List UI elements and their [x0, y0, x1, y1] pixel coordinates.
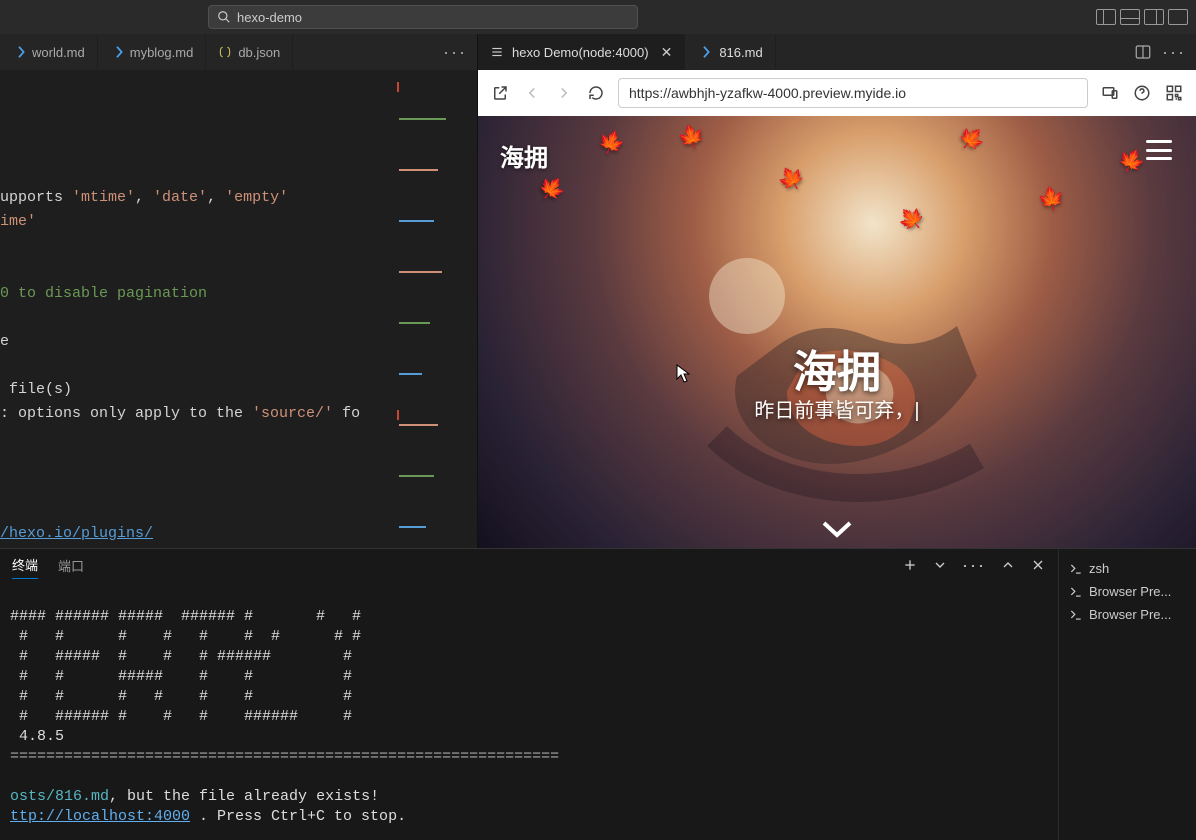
- editor-group: world.md myblog.md db.json ···: [0, 34, 478, 548]
- terminal-item-zsh[interactable]: zsh: [1059, 557, 1196, 580]
- tab-hexo-demo[interactable]: hexo Demo(node:4000) ✕: [478, 34, 685, 70]
- tab-myblog-md[interactable]: myblog.md: [98, 34, 207, 70]
- terminal-item-label: zsh: [1089, 561, 1109, 576]
- scroll-down-icon[interactable]: [820, 519, 854, 542]
- markdown-icon: [110, 45, 124, 59]
- editor-tabs: world.md myblog.md db.json ···: [0, 34, 477, 70]
- terminal-list: zsh Browser Pre... Browser Pre...: [1058, 549, 1196, 840]
- command-search[interactable]: hexo-demo: [208, 5, 638, 29]
- help-icon[interactable]: [1132, 83, 1152, 103]
- close-icon[interactable]: ✕: [661, 44, 673, 61]
- markdown-icon: [12, 45, 26, 59]
- tab-label: 816.md: [719, 45, 762, 60]
- search-icon: [217, 10, 231, 24]
- panel-actions: ···: [902, 555, 1046, 576]
- open-external-icon[interactable]: [490, 83, 510, 103]
- tab-label: db.json: [238, 45, 280, 60]
- main-area: world.md myblog.md db.json ···: [0, 34, 1196, 548]
- terminal-item-browser-1[interactable]: Browser Pre...: [1059, 580, 1196, 603]
- terminal-item-label: Browser Pre...: [1089, 607, 1171, 622]
- json-icon: [218, 45, 232, 59]
- cursor-pointer-icon: [676, 364, 690, 387]
- tab-label: world.md: [32, 45, 85, 60]
- browser-toolbar: [478, 70, 1196, 116]
- url-input[interactable]: [618, 78, 1088, 108]
- terminal-icon: [1069, 608, 1083, 622]
- panel-tab-ports[interactable]: 端口: [58, 552, 84, 579]
- tab-816-md[interactable]: 816.md: [685, 34, 775, 70]
- chevron-up-icon[interactable]: [1000, 557, 1016, 573]
- devices-icon[interactable]: [1100, 83, 1120, 103]
- site-logo-text[interactable]: 海拥: [500, 138, 548, 173]
- toggle-sidebar-icon[interactable]: [1096, 9, 1116, 25]
- terminal-item-browser-2[interactable]: Browser Pre...: [1059, 603, 1196, 626]
- close-icon[interactable]: [1030, 557, 1046, 573]
- markdown-icon: [697, 45, 711, 59]
- tab-world-md[interactable]: world.md: [0, 34, 98, 70]
- preview-icon: [490, 45, 504, 59]
- editor-tab-overflow[interactable]: ···: [433, 34, 477, 70]
- terminal-output[interactable]: #### ###### ##### ###### # # # # # # # #…: [0, 581, 1058, 840]
- layout-controls: [1096, 9, 1188, 25]
- hamburger-menu-icon[interactable]: [1146, 140, 1172, 160]
- terminal-icon: [1069, 585, 1083, 599]
- more-icon[interactable]: ···: [1162, 42, 1186, 63]
- nav-forward-icon[interactable]: [554, 83, 574, 103]
- bottom-panel: 终端 端口 ··· #### ###### ##### ###### # # #…: [0, 548, 1196, 840]
- split-editor-icon[interactable]: [1134, 43, 1152, 61]
- code-editor[interactable]: upports 'mtime', 'date', 'empty' ime' 0 …: [0, 70, 477, 548]
- browser-group: hexo Demo(node:4000) ✕ 816.md ···: [478, 34, 1196, 548]
- titlebar: hexo-demo: [0, 0, 1196, 34]
- tab-label: myblog.md: [130, 45, 194, 60]
- new-terminal-icon[interactable]: [902, 557, 918, 573]
- leaves-decor: 🍁 🍁 🍁 🍁 🍁 🍁 🍁 🍁: [478, 116, 1196, 548]
- hero-subtitle: 昨日前事皆可弃，|: [478, 394, 1196, 423]
- toggle-panel-icon[interactable]: [1120, 9, 1140, 25]
- browser-tabs: hexo Demo(node:4000) ✕ 816.md ···: [478, 34, 1196, 70]
- nav-back-icon[interactable]: [522, 83, 542, 103]
- reload-icon[interactable]: [586, 83, 606, 103]
- layout-icon[interactable]: [1168, 9, 1188, 25]
- chevron-down-icon[interactable]: [932, 557, 948, 573]
- page-preview[interactable]: 🍁 🍁 🍁 🍁 🍁 🍁 🍁 🍁 海拥 海拥 昨日前事皆可弃，|: [478, 116, 1196, 548]
- qr-icon[interactable]: [1164, 83, 1184, 103]
- terminal-icon: [1069, 562, 1083, 576]
- panel-main: 终端 端口 ··· #### ###### ##### ###### # # #…: [0, 549, 1058, 840]
- more-icon[interactable]: ···: [962, 555, 986, 576]
- browser-tab-actions: ···: [1124, 34, 1196, 70]
- terminal-item-label: Browser Pre...: [1089, 584, 1171, 599]
- search-placeholder: hexo-demo: [237, 10, 302, 25]
- tab-label: hexo Demo(node:4000): [512, 45, 649, 60]
- toggle-secondary-sidebar-icon[interactable]: [1144, 9, 1164, 25]
- panel-tabs: 终端 端口 ···: [0, 549, 1058, 581]
- hero-title: 海拥: [478, 336, 1196, 400]
- minimap[interactable]: [399, 70, 477, 430]
- panel-tab-terminal[interactable]: 终端: [12, 551, 38, 579]
- tab-db-json[interactable]: db.json: [206, 34, 293, 70]
